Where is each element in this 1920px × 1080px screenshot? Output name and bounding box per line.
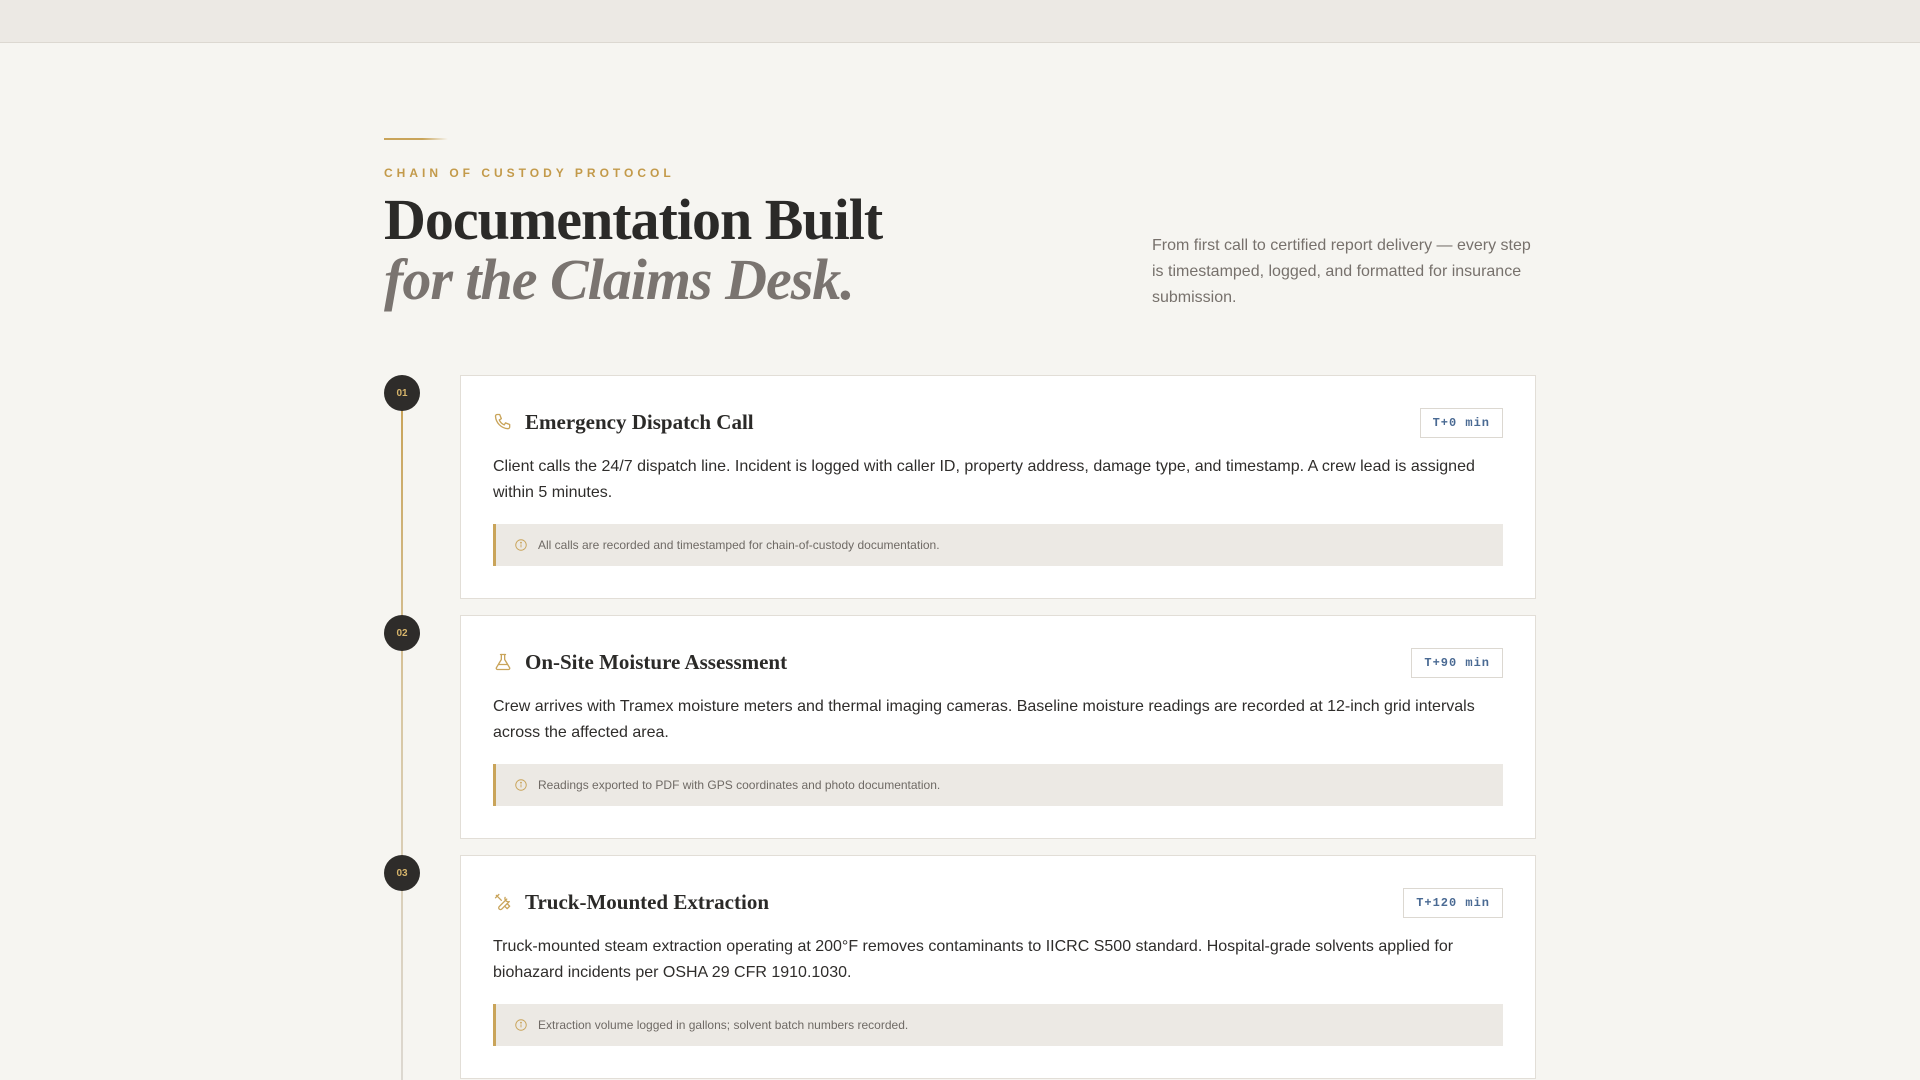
step-number-badge: 01: [384, 375, 420, 411]
info-icon: [514, 538, 528, 552]
time-tag: T+0 min: [1419, 408, 1503, 438]
step-note-text: All calls are recorded and timestamped f…: [538, 538, 940, 552]
step-description: Crew arrives with Tramex moisture meters…: [493, 698, 1475, 741]
section-eyebrow: CHAIN OF CUSTODY PROTOCOL: [384, 166, 675, 180]
info-icon: [514, 778, 528, 792]
time-tag: T+120 min: [1403, 888, 1503, 918]
step-note-text: Extraction volume logged in gallons; sol…: [538, 1018, 909, 1032]
page-title: Documentation Built for the Claims Desk.: [384, 187, 883, 312]
phone-icon: [493, 412, 513, 432]
title-line-1: Documentation Built: [384, 187, 883, 252]
step-note: All calls are recorded and timestamped f…: [493, 524, 1503, 566]
step-card: Truck-Mounted Extraction T+120 min Truck…: [460, 855, 1536, 1079]
timeline-line: [401, 410, 403, 1080]
title-line-2: for the Claims Desk.: [384, 247, 855, 312]
step-header: Truck-Mounted Extraction: [493, 888, 769, 916]
step-number-badge: 03: [384, 855, 420, 891]
step-note-text: Readings exported to PDF with GPS coordi…: [538, 778, 941, 792]
step-title: On-Site Moisture Assessment: [525, 649, 788, 674]
step-description: Truck-mounted steam extraction operating…: [493, 938, 1454, 981]
step-number-badge: 02: [384, 615, 420, 651]
step-card: Emergency Dispatch Call T+0 min Client c…: [460, 375, 1536, 599]
step-note: Extraction volume logged in gallons; sol…: [493, 1004, 1503, 1046]
info-icon: [514, 1018, 528, 1032]
top-bar: [0, 0, 1920, 43]
step-note: Readings exported to PDF with GPS coordi…: [493, 764, 1503, 806]
accent-line: [384, 138, 448, 140]
tools-icon: [493, 892, 513, 912]
flask-icon: [493, 652, 513, 672]
step-card: On-Site Moisture Assessment T+90 min Cre…: [460, 615, 1536, 839]
step-header: On-Site Moisture Assessment: [493, 648, 787, 676]
step-title: Truck-Mounted Extraction: [525, 889, 770, 914]
intro-text: From first call to certified report deli…: [1152, 237, 1531, 306]
time-tag: T+90 min: [1411, 648, 1503, 678]
step-description: Client calls the 24/7 dispatch line. Inc…: [493, 458, 1475, 501]
step-title: Emergency Dispatch Call: [525, 409, 754, 434]
step-header: Emergency Dispatch Call: [493, 408, 754, 436]
